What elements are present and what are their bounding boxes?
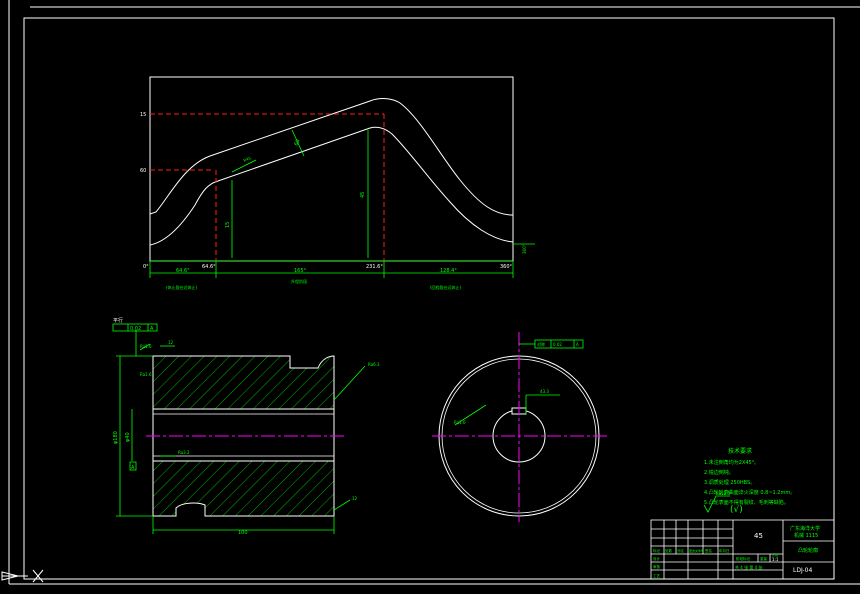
ann-12-bottom: 12 [352, 496, 358, 501]
front-tolerance-frame: 对称 0.02 A [534, 339, 584, 349]
roughness-paren: (√) [730, 504, 743, 515]
profile-upper-curve [149, 98, 514, 216]
leader-3 [333, 365, 366, 401]
front-tol-datum: A [576, 342, 579, 347]
tb-scale: 1:1 [772, 557, 779, 562]
ann-bore: Ra3.2 [178, 450, 190, 455]
tech-item-1: 1.未注倒角均为2X45°。 [704, 459, 759, 466]
section-lower-hatch [152, 460, 335, 517]
tol-value: 0.02 [130, 326, 141, 332]
tech-item-5: 5.凸轮表面不得有裂纹、毛刺等缺陷。 [704, 499, 789, 506]
tb-stage-1: 阶段标记 [736, 556, 750, 561]
segment-value-3: 128.4° [440, 268, 457, 274]
roughness-note: Ra12.5 [716, 491, 731, 496]
segment-note-1: (休止段在近休止) [166, 284, 198, 290]
stroke-label: 60 [293, 139, 301, 147]
tb-sheet: 共 4 张 第 4 张 [735, 564, 762, 570]
cad-drawing: 15 60 0° 64.6° 231.6° 360° 64.6° 165° 12… [1, 0, 860, 585]
ann-12-top: 12 [168, 340, 174, 345]
tb-row-4: 工艺 [653, 573, 661, 578]
cam-displacement-chart: 15 60 0° 64.6° 231.6° 360° 64.6° 165° 12… [140, 76, 535, 290]
tech-item-2: 2.锐边倒钝。 [704, 469, 734, 476]
end-label: 360° [522, 244, 527, 254]
tb-col-1: 处数 [665, 548, 673, 553]
tech-title: 技术要求 [728, 447, 752, 455]
x-mark-231: 231.6° [366, 264, 383, 270]
tb-stage-2: 重量 [760, 556, 768, 561]
section-view: 平行 0.02 A Ra1.6 12 Ra6.3 Ra1.6 Ra3.2 12 … [112, 317, 380, 536]
ann-ra-right: Ra6.3 [368, 362, 380, 367]
leader-4 [333, 499, 351, 511]
x-mark-0: 0° [143, 264, 149, 270]
tb-org-2: 机械 1115 [794, 532, 818, 539]
ann-ra-top: Ra1.6 [140, 344, 152, 349]
front-tol-value: 0.02 [553, 342, 562, 347]
dim-outer-label: φ180 [113, 431, 119, 444]
tol-datum: A [150, 326, 154, 332]
dim-width-label: 100 [238, 530, 248, 536]
tb-col-5: 年月日 [719, 548, 730, 553]
dim-bore-label: φ40 [125, 432, 131, 442]
tb-col-3: 更改文件号 [689, 548, 704, 553]
segment-value-1: 64.6° [176, 268, 190, 274]
fall-label: 45 [360, 192, 366, 198]
y-mark-60: 60 [140, 168, 146, 174]
tb-org-1: 广东海洋大学 [790, 525, 820, 532]
x-mark-64: 64.6° [202, 264, 216, 270]
y-mark-15: 15 [140, 112, 146, 118]
tb-part-name: 凸轮轮廓 [798, 547, 818, 554]
section-tolerance-frame: 平行 0.02 A [112, 317, 158, 332]
tb-stage-3: 比例 [772, 552, 778, 557]
ann-ra-left: Ra1.6 [140, 372, 152, 377]
tol-symbol: 平行 [113, 317, 123, 324]
ucs-icon [1, 569, 44, 583]
section-upper-hatch [152, 355, 335, 410]
tech-requirements: 技术要求 1.未注倒角均为2X45°。 2.锐边倒钝。 3.调质处理 250HB… [703, 447, 795, 515]
rise-label: 15 [225, 222, 231, 228]
tb-drawing-no: LDJ-04 [793, 567, 813, 574]
tb-row-3: 审核 [653, 564, 661, 569]
lift-label: R45 [243, 155, 253, 163]
segment-note-3: (回程段在远休止) [430, 284, 462, 290]
tb-col-4: 签名 [705, 548, 712, 553]
profile-lower-curve [149, 126, 514, 246]
front-ra-label: Ra1.6 [454, 420, 466, 425]
datum-letter: A [131, 465, 135, 471]
tb-col-2: 分区 [677, 548, 685, 553]
segment-note-2: 升程阶段 [291, 278, 307, 284]
front-view: 对称 0.02 A 43.3 Ra1.6 [432, 332, 608, 522]
front-tol-symbol: 对称 [537, 341, 545, 347]
x-mark-360: 360° [500, 264, 513, 270]
tb-row-1: 标记 [653, 548, 661, 553]
segment-value-2: 165° [294, 268, 307, 274]
key-dim-label: 43.3 [540, 389, 549, 394]
tech-item-3: 3.调质处理 250HBS。 [704, 479, 755, 486]
chart-box [149, 76, 514, 262]
tb-material: 45 [754, 532, 763, 540]
tb-row-2: 设计 [653, 556, 661, 561]
